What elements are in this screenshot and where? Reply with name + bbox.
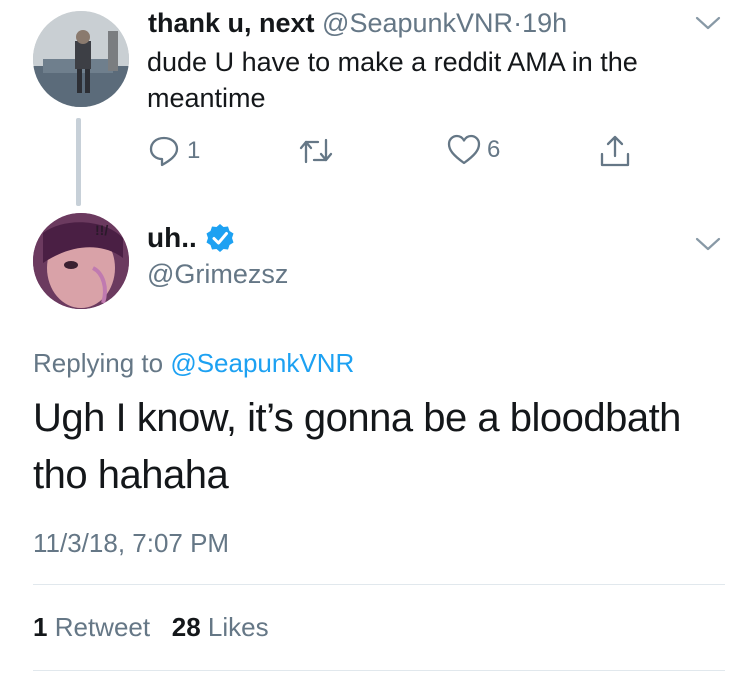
retweets-count: 1	[33, 612, 48, 642]
likes-count: 28	[171, 612, 201, 642]
parent-tweet-text: dude U have to make a reddit AMA in the …	[147, 47, 638, 113]
retweet-button[interactable]	[298, 134, 334, 168]
replying-to-line: Replying to @SeapunkVNR	[33, 348, 354, 379]
replying-prefix: Replying to	[33, 348, 164, 378]
tweet-timestamp[interactable]: 11/3/18, 7:07 PM	[33, 528, 229, 559]
svg-text:!!/: !!/	[95, 222, 108, 238]
parent-tweet-actions: 1 6	[0, 134, 750, 174]
share-icon	[600, 135, 630, 167]
main-display-name[interactable]: uh..	[147, 222, 197, 254]
separator-dot: ·	[513, 8, 523, 38]
retweets-stat[interactable]: 1 Retweet	[33, 612, 150, 642]
verified-badge-icon	[206, 224, 234, 252]
avatar-image	[33, 11, 129, 107]
main-handle[interactable]: @Grimezsz	[147, 259, 288, 290]
like-button[interactable]: 6	[447, 134, 500, 166]
parent-handle[interactable]: @SeapunkVNR	[322, 8, 513, 38]
reply-count: 1	[187, 137, 201, 164]
retweets-label: Retweet	[54, 612, 151, 642]
like-count: 6	[487, 136, 501, 163]
replying-handle-link[interactable]: @SeapunkVNR	[170, 348, 354, 378]
parent-tweet-header: thank u, next @SeapunkVNR·19h	[148, 6, 567, 40]
likes-label: Likes	[207, 612, 269, 642]
likes-stat[interactable]: 28 Likes	[172, 612, 269, 642]
like-icon	[447, 134, 481, 165]
avatar-grimezsz[interactable]: !!/	[33, 213, 129, 309]
main-tweet-text: Ugh I know, it’s gonna be a bloodbath th…	[33, 396, 681, 497]
engagement-stats: 1 Retweet 28 Likes	[33, 612, 269, 643]
divider	[33, 670, 725, 671]
parent-time-ago[interactable]: 19h	[522, 8, 567, 38]
parent-display-name[interactable]: thank u, next	[148, 8, 315, 38]
reply-icon	[149, 136, 179, 167]
divider	[33, 584, 725, 585]
avatar-seapunkvnr[interactable]	[33, 11, 129, 107]
share-button[interactable]	[599, 134, 631, 168]
avatar-image: !!/	[33, 213, 129, 309]
reply-button[interactable]: 1	[147, 134, 200, 168]
retweet-icon	[299, 138, 333, 164]
chevron-down-icon[interactable]	[695, 15, 721, 31]
main-tweet-name-row: uh..	[147, 222, 235, 254]
chevron-down-icon[interactable]	[695, 236, 721, 252]
